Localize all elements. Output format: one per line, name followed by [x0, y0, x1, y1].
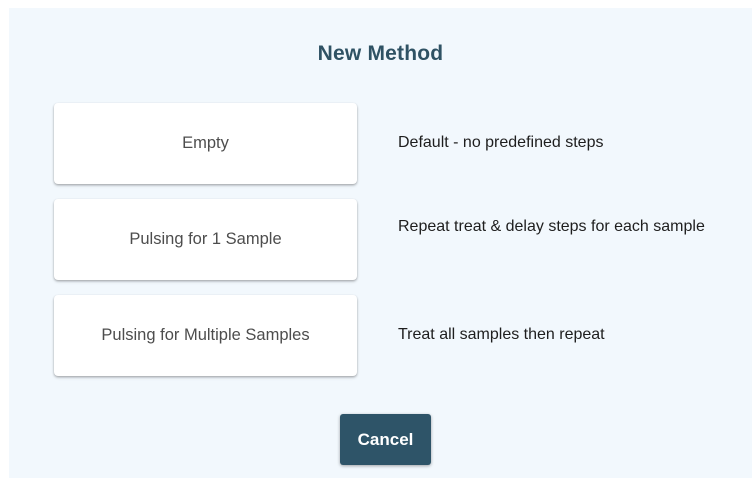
- dialog-title: New Method: [317, 42, 444, 65]
- option-row-pulsing-single: Pulsing for 1 Sample Repeat treat & dela…: [54, 199, 744, 281]
- cancel-button[interactable]: Cancel: [340, 414, 431, 465]
- option-pulsing-multiple-button[interactable]: Pulsing for Multiple Samples: [54, 295, 357, 376]
- option-empty-button[interactable]: Empty: [54, 103, 357, 184]
- option-empty-description: Default - no predefined steps: [398, 134, 604, 151]
- option-row-empty: Empty Default - no predefined steps: [54, 103, 744, 185]
- option-row-pulsing-multiple: Pulsing for Multiple Samples Treat all s…: [54, 295, 744, 377]
- new-method-dialog: New Method Empty Default - no predefined…: [9, 8, 752, 478]
- option-pulsing-single-button[interactable]: Pulsing for 1 Sample: [54, 199, 357, 280]
- option-pulsing-single-description: Repeat treat & delay steps for each samp…: [398, 218, 705, 235]
- option-pulsing-multiple-description: Treat all samples then repeat: [398, 326, 605, 343]
